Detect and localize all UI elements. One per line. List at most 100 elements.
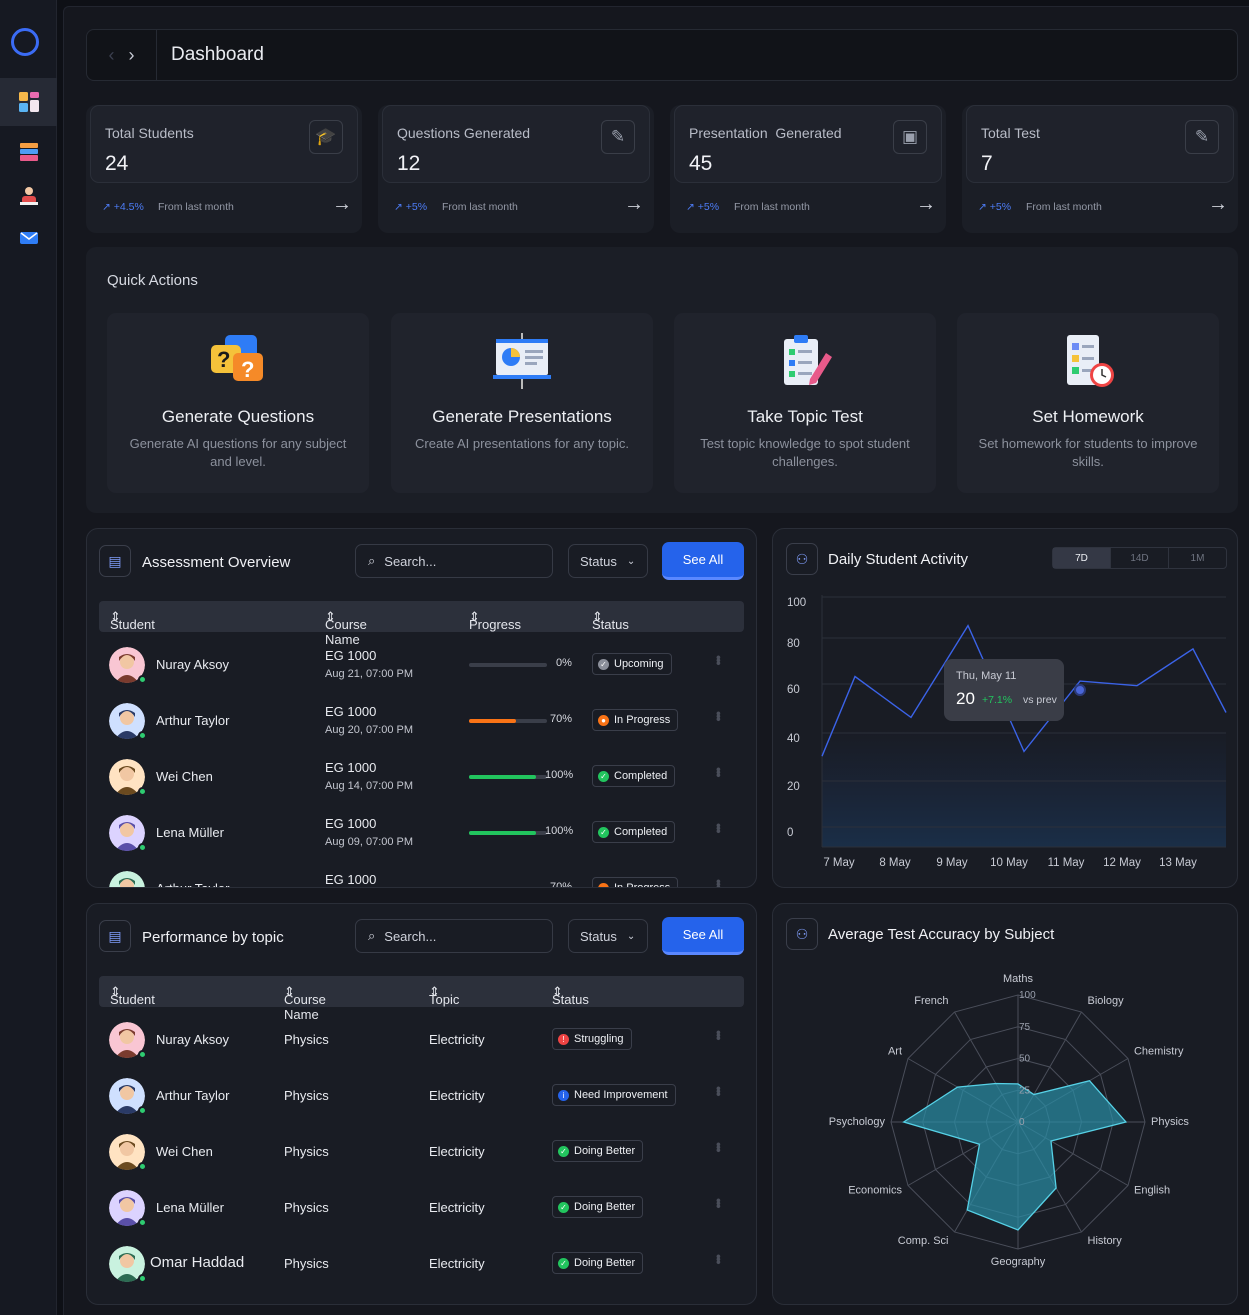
progress-label: 70% [550,713,573,725]
more-options-icon[interactable]: ••• [711,1254,727,1263]
action-set-homework[interactable]: Set Homework Set homework for students t… [957,313,1219,493]
student-name: Nuray Aksoy [156,657,229,672]
table-row[interactable]: Arthur Taylor EG 1000 Aug 20, 07:00 PM 70% ●… [99,693,744,749]
table-row[interactable]: Arthur Taylor EG 1000 70% ● In Progress ••• [99,861,744,888]
col-header-course[interactable]: Course Name ⇕ [325,609,367,647]
more-options-icon[interactable]: ••• [711,879,727,887]
radar-axis-label: Chemistry [1134,1046,1184,1058]
x-tick-label: 7 May [823,857,855,869]
search-input[interactable]: ⌕ Search... [355,919,553,953]
stat-from: From last month [1026,201,1102,213]
course-name: EG 1000 [325,760,377,775]
table-row[interactable]: Nuray Aksoy Physics Electricity! Struggling… [99,1012,744,1068]
table-header: Student ⇕ Course Name ⇕ Progress ⇕ Statu… [99,601,744,647]
table-row[interactable]: Arthur Taylor Physics Electricity i Need Imp… [99,1068,744,1124]
online-indicator [138,1162,147,1171]
stat-from: From last month [158,201,234,213]
more-options-icon[interactable]: ••• [711,1030,727,1039]
action-generate-questions[interactable]: ?? Generate Questions Generate AI questi… [107,313,369,493]
page-title: Dashboard [171,44,264,65]
status-dropdown[interactable]: Status ⌄ [568,544,648,578]
more-options-icon[interactable]: ••• [711,655,727,664]
status-text: Need Improvement [574,1089,668,1101]
search-icon: ⌕ [368,553,376,568]
stat-value: 12 [397,152,421,175]
panel-title: Performance by topic [142,929,284,946]
course-name: EG 1000 [325,816,377,831]
chevron-down-icon: ⌄ [626,555,636,567]
arrow-right-icon[interactable]: → [916,193,936,216]
col-header-status[interactable]: Status ⇕ [592,609,629,632]
status-badge: i Need Improvement [552,1084,676,1106]
radar-axis-label: Economics [848,1185,902,1197]
col-header-status[interactable]: Status ⇕ [552,984,589,1007]
table-row[interactable]: Wei Chen Physics Electricity ✓ Doing Better •… [99,1124,744,1180]
r-tick-label: 50 [1019,1054,1031,1065]
stat-value: 7 [981,152,993,175]
status-dropdown[interactable]: Status ⌄ [568,919,648,953]
radar-series [902,1079,1128,1231]
action-generate-presentations[interactable]: Generate Presentations Create AI present… [391,313,653,493]
more-options-icon[interactable]: ••• [711,767,727,776]
stat-trend: +5% [989,201,1012,213]
student-name: Arthur Taylor [156,881,229,887]
more-options-icon[interactable]: ••• [711,1198,727,1207]
table-row[interactable]: Wei Chen EG 1000 Aug 14, 07:00 PM 100% ✓ Comp… [99,749,744,805]
table-row[interactable]: Omar Haddad Physics Electricity ✓ Doing Bett… [99,1236,744,1292]
col-header-student[interactable]: Student ⇕ [110,609,155,632]
stat-from: From last month [734,201,810,213]
table-row[interactable]: Lena Müller EG 1000 Aug 09, 07:00 PM 100% ✓ C… [99,805,744,861]
sidebar-item-students[interactable] [0,172,57,220]
table-row[interactable]: Lena Müller Physics Electricity ✓ Doing Bett… [99,1180,744,1236]
more-options-icon[interactable]: ••• [711,1142,727,1151]
calendar-icon: ▤ [99,545,131,577]
see-all-button[interactable]: See All [662,917,744,955]
stat-trend: +4.5% [113,201,144,213]
panel-title: Assessment Overview [142,554,291,571]
search-icon: ⌕ [368,928,376,943]
status-dot-icon: i [558,1089,569,1101]
action-desc: Test topic knowledge to spot student cha… [700,436,910,469]
search-input[interactable]: ⌕ Search... [355,544,553,578]
action-take-topic-test[interactable]: Take Topic Test Test topic knowledge to … [674,313,936,493]
assessment-overview-panel: ▤ Assessment Overview ⌕ Search... Status ⌄… [86,528,757,888]
sidebar-item-messages[interactable] [0,214,57,262]
status-text: Doing Better [574,1257,636,1269]
col-header-student[interactable]: Student ⇕ [110,984,155,1007]
tooltip-date: Thu, May 11 [956,670,1017,682]
progress-label: 100% [545,825,574,837]
trend-up-icon: ↗ +5% [978,201,1012,213]
col-header-course[interactable]: Course Name ⇕ [284,984,326,1022]
more-options-icon[interactable]: ••• [711,711,727,720]
arrow-right-icon[interactable]: → [1208,193,1228,216]
action-title: Set Homework [1032,407,1144,426]
highlight-point[interactable] [1074,684,1086,696]
homework-checklist-icon [1067,335,1114,387]
test-clipboard-icon [784,335,832,385]
calendar-icon: ▤ [99,920,131,952]
status-badge: ✓ Upcoming [592,653,672,675]
progress-label: 70% [550,881,573,888]
trend-up-icon: ↗ +5% [686,201,720,213]
more-options-icon[interactable]: ••• [711,1086,727,1095]
forward-arrow-icon[interactable]: › [129,45,135,66]
app-logo[interactable] [11,28,39,56]
sidebar-item-library[interactable] [0,128,57,176]
see-all-button[interactable]: See All [662,542,744,580]
topic-name: Electricity [429,1088,485,1103]
status-dot-icon: ✓ [558,1145,569,1157]
back-arrow-icon[interactable]: ‹ [109,45,115,66]
online-indicator [138,731,147,740]
sidebar-item-dashboard[interactable] [0,78,57,126]
question-bubbles-icon: ?? [211,335,263,382]
online-indicator [138,1274,147,1283]
more-options-icon[interactable]: ••• [711,823,727,832]
online-indicator [138,843,147,852]
action-desc: Set homework for students to improve ski… [978,436,1198,469]
col-header-progress[interactable]: Progress ⇕ [469,609,521,632]
arrow-right-icon[interactable]: → [332,193,352,216]
table-row[interactable]: Nuray Aksoy EG 1000 Aug 21, 07:00 PM 0% ✓ Upc… [99,637,744,693]
col-header-topic[interactable]: Topic ⇕ [429,984,459,1007]
progress-bar [469,887,547,888]
arrow-right-icon[interactable]: → [624,193,644,216]
